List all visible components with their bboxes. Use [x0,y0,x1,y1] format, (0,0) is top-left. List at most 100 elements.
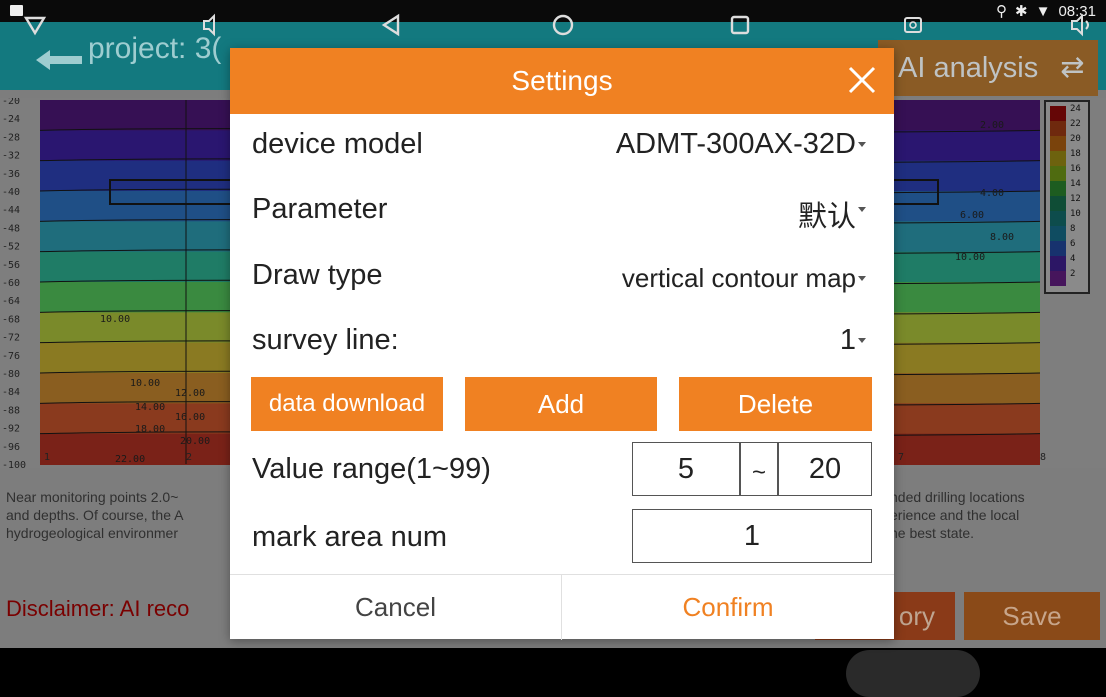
y-tick-label: -36 [2,169,20,180]
device-model-label: device model [252,128,423,160]
y-tick-label: -40 [2,187,20,198]
contour-label: 14.00 [135,402,165,413]
legend-label: 2 [1070,269,1076,279]
back-icon[interactable] [378,12,404,38]
ai-result-text-right: nded drilling locations erience and the … [890,488,1090,542]
volume-up-icon[interactable] [1068,12,1094,38]
contour-label: 6.00 [960,210,984,221]
y-tick-label: -100 [2,460,26,468]
legend-swatch [1050,151,1066,166]
legend-label: 6 [1070,239,1076,249]
contour-label: 20.00 [180,436,210,447]
dialog-title: Settings [511,65,613,96]
y-tick-label: -20 [2,98,20,107]
delete-button[interactable]: Delete [679,377,872,431]
contour-label: 12.00 [175,388,205,399]
y-tick-label: -84 [2,387,20,398]
ai-text-line: erience and the local [890,507,1020,523]
dialog-header: Settings [230,48,894,114]
device-model-select[interactable]: ADMT-300AX-32D [616,128,856,161]
legend-label: 12 [1070,194,1081,204]
legend-swatch [1050,211,1066,226]
settings-dialog: Settings device model ADMT-300AX-32D Par… [230,48,894,640]
ai-analysis-button[interactable]: AI analysis ⇄ [878,40,1098,96]
legend-swatch [1050,181,1066,196]
recents-icon[interactable] [727,12,753,38]
contour-label: 10.00 [100,314,130,325]
bluetooth-icon: ✱ [1015,3,1028,20]
home-icon[interactable] [550,12,576,38]
legend-swatch [1050,196,1066,211]
y-tick-label: -28 [2,132,20,143]
legend-label: 10 [1070,209,1081,219]
contour-label: 2.00 [980,120,1004,131]
y-tick-label: -68 [2,314,20,325]
x-tick-label: 2 [186,452,192,463]
legend-label: 24 [1070,104,1081,114]
legend-swatch [1050,256,1066,271]
survey-line-label: survey line: [252,324,399,356]
y-tick-label: -92 [2,424,20,435]
y-tick-label: -52 [2,242,20,253]
swap-icon: ⇄ [1060,52,1085,84]
disclaimer-text: Disclaimer: AI reco [6,596,190,621]
ai-text-line: he best state. [890,525,975,541]
y-tick-label: -56 [2,260,20,271]
x-tick-label: 7 [898,452,904,463]
save-button[interactable]: Save [964,592,1100,640]
value-range-label: Value range(1~99) [252,453,491,485]
y-tick-label: -48 [2,223,20,234]
dialog-footer: Cancel Confirm [230,574,894,640]
parameter-label: Parameter [252,193,388,225]
mark-area-label: mark area num [252,521,448,553]
y-tick-label: -24 [2,114,20,125]
legend-label: 22 [1070,119,1081,129]
draw-type-select[interactable]: vertical contour map [622,263,856,294]
chevron-down-icon[interactable] [858,276,866,281]
contour-label: 10.00 [955,252,985,263]
confirm-button[interactable]: Confirm [562,575,894,640]
y-tick-label: -64 [2,296,20,307]
data-download-button[interactable]: data download [251,377,443,431]
ai-analysis-label: AI analysis [898,52,1039,84]
legend-label: 20 [1070,134,1081,144]
chevron-down-icon[interactable] [858,207,866,212]
close-icon[interactable] [844,62,880,98]
survey-line-select[interactable]: 1 [840,324,856,357]
legend-label: 16 [1070,164,1081,174]
dropdown-triangle-icon[interactable] [22,12,48,38]
wifi-icon: ▼ [1035,2,1051,20]
y-tick-label: -60 [2,278,20,289]
ai-text-line: nded drilling locations [890,489,1025,505]
contour-label: 16.00 [175,412,205,423]
value-range-max-input[interactable]: 20 [778,442,872,496]
parameter-select[interactable]: 默认 [798,193,856,235]
mark-area-input[interactable]: 1 [632,509,872,563]
screenshot-pill[interactable] [846,650,980,697]
cancel-button[interactable]: Cancel [230,575,561,640]
value-range-min-input[interactable]: 5 [632,442,740,496]
y-tick-label: -80 [2,369,20,380]
contour-label: 22.00 [115,454,145,465]
chevron-down-icon[interactable] [858,142,866,147]
legend-swatch [1050,166,1066,181]
add-button[interactable]: Add [465,377,657,431]
contour-label: 10.00 [130,378,160,389]
location-icon: ⚲ [996,3,1008,20]
contour-label: 8.00 [990,232,1014,243]
legend-label: 4 [1070,254,1076,264]
range-separator: ~ [740,442,778,496]
chevron-down-icon[interactable] [858,338,866,343]
back-arrow-icon[interactable] [36,50,84,70]
y-tick-label: -76 [2,351,20,362]
y-tick-label: -96 [2,442,20,453]
y-tick-label: -72 [2,333,20,344]
y-tick-label: -44 [2,205,20,216]
y-tick-label: -32 [2,151,20,162]
volume-down-icon[interactable] [198,12,224,38]
y-tick-label: -88 [2,405,20,416]
legend-label: 18 [1070,149,1081,159]
x-tick-label: 1 [44,452,50,463]
legend-swatch [1050,271,1066,286]
screenshot-icon[interactable] [900,12,926,38]
